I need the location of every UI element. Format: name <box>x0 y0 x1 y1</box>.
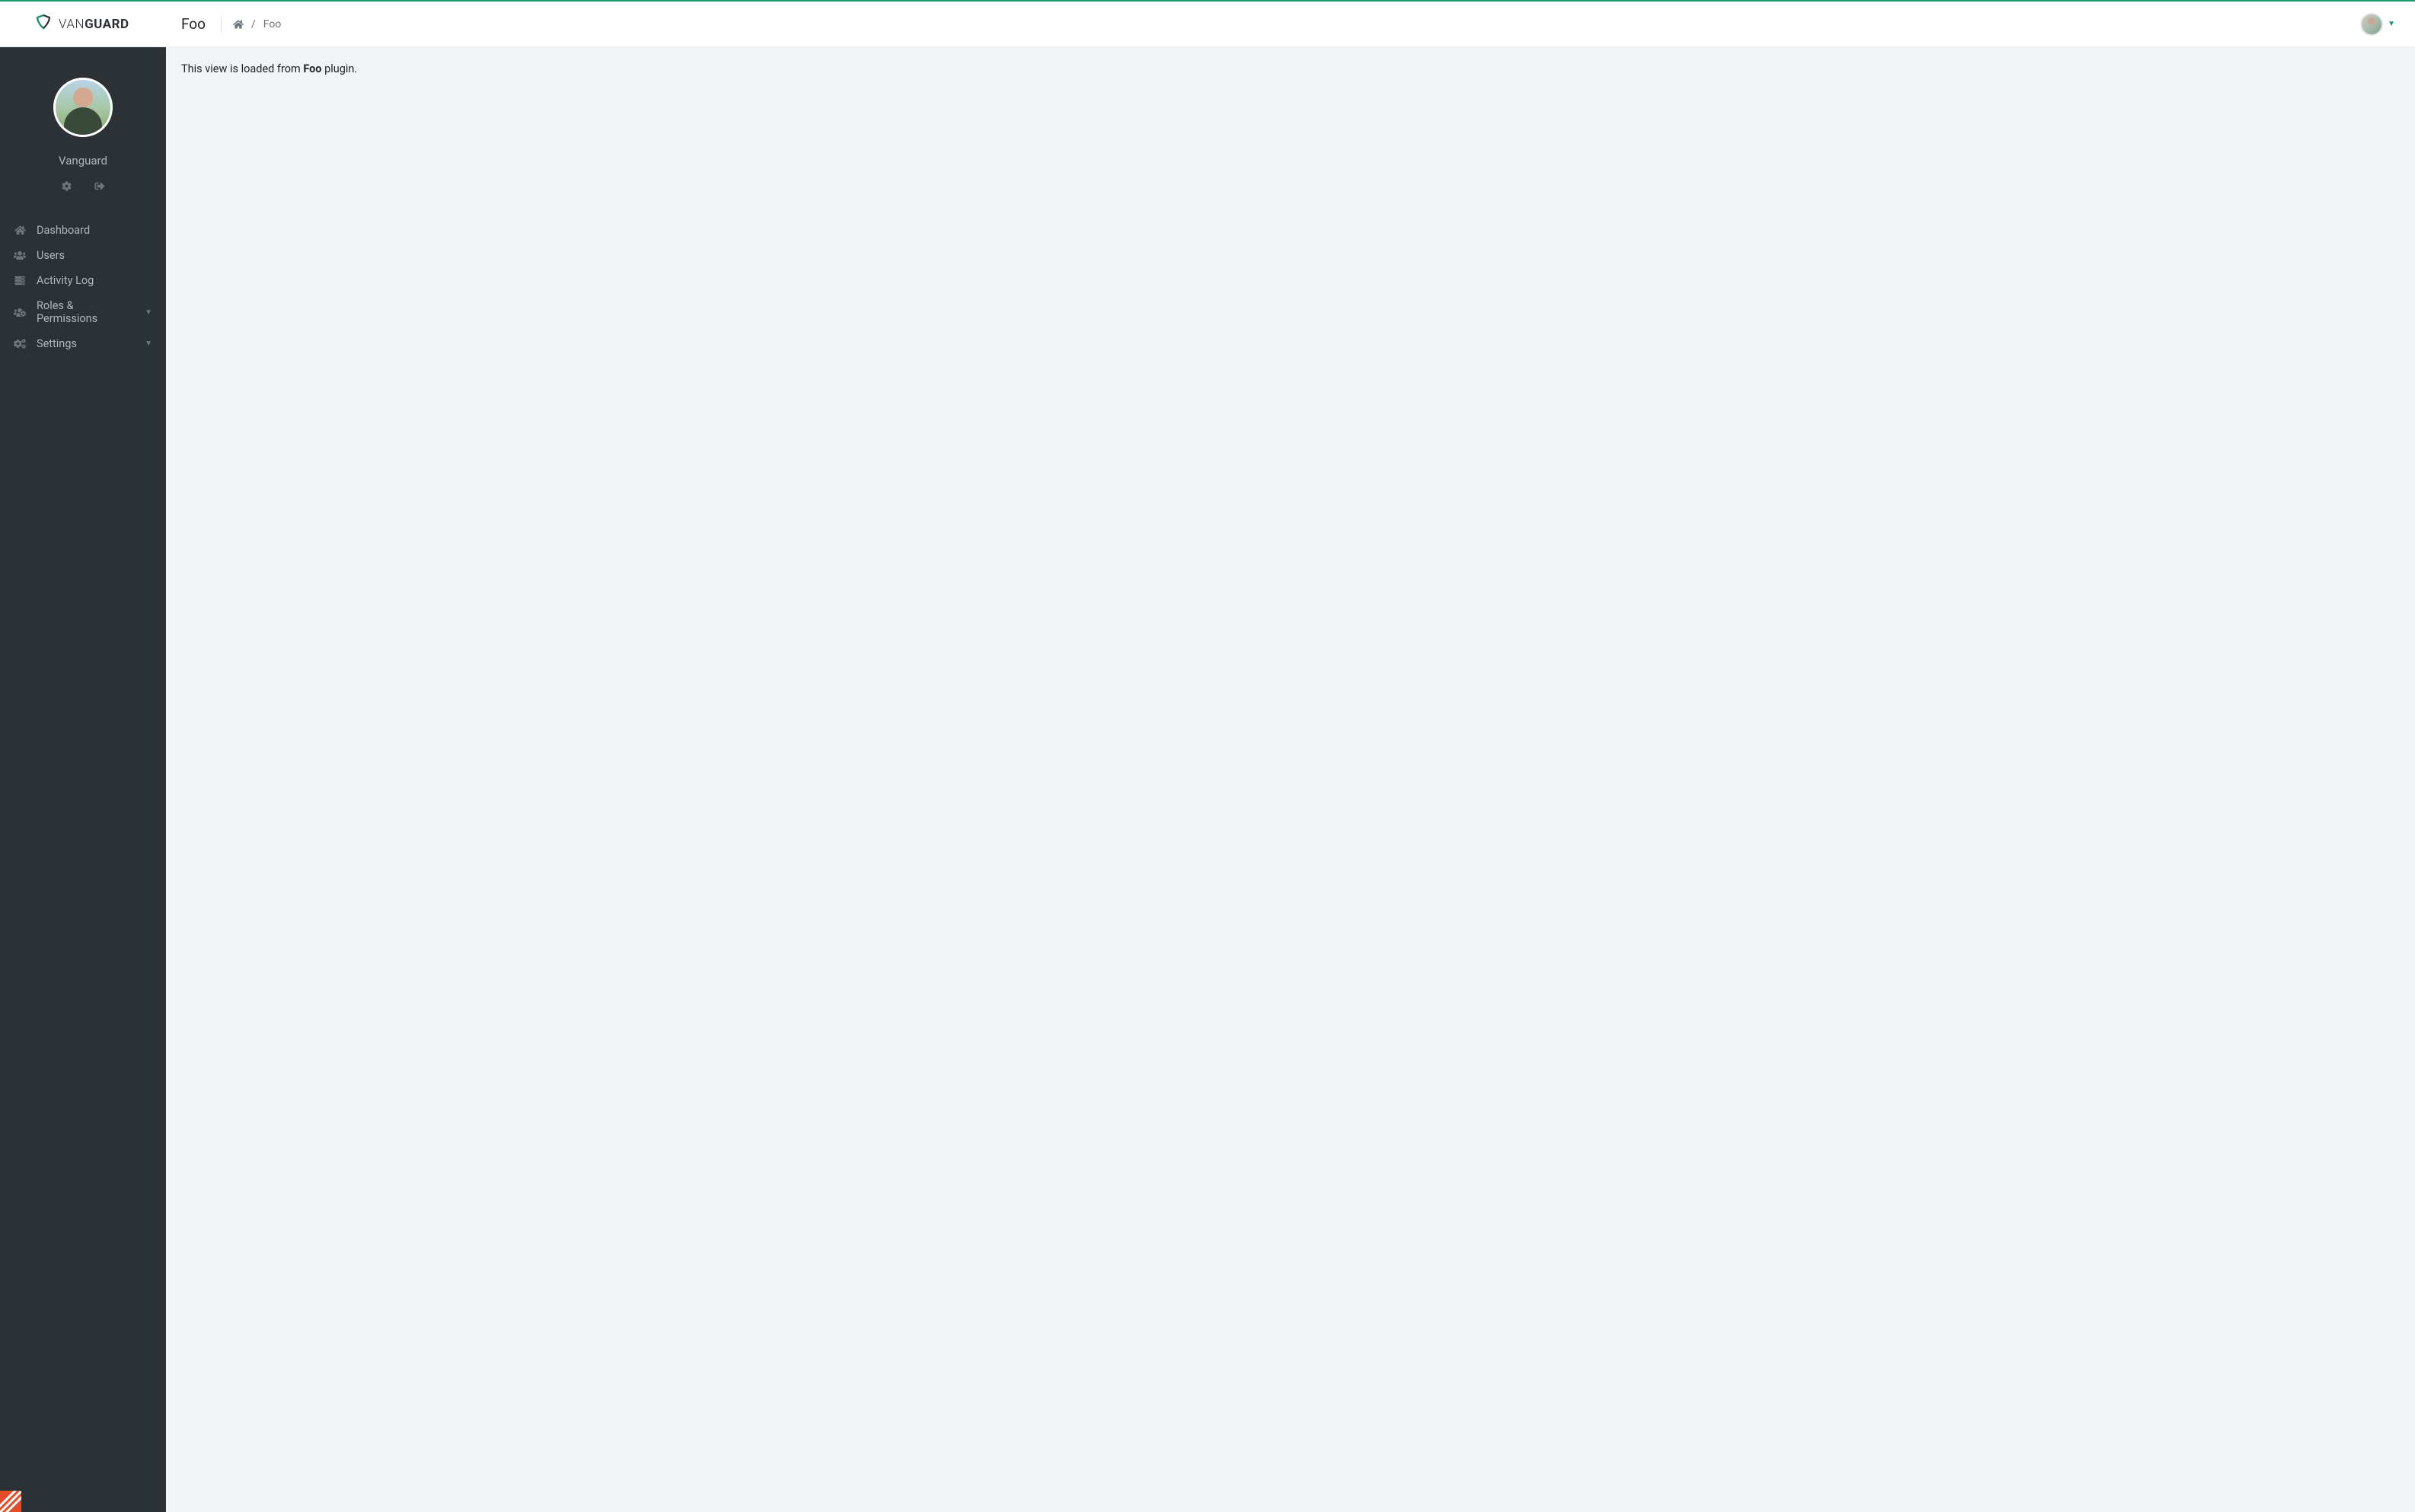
logout-icon <box>94 181 105 191</box>
users-cog-icon <box>14 308 26 317</box>
sidebar-profile: Vanguard <box>0 78 166 218</box>
sidebar-item-users[interactable]: Users <box>0 243 166 268</box>
page-title: Foo <box>166 15 221 33</box>
home-icon <box>233 19 244 30</box>
sidebar-item-label: Users <box>37 249 152 262</box>
cogs-icon <box>14 339 26 349</box>
server-icon <box>14 276 26 285</box>
sidebar-item-label: Dashboard <box>37 224 152 237</box>
caret-down-icon: ▼ <box>145 308 152 317</box>
sidebar-item-label: Activity Log <box>37 274 152 287</box>
sidebar-avatar[interactable] <box>53 78 113 137</box>
breadcrumb: / Foo <box>222 18 292 30</box>
sidebar-item-roles-permissions[interactable]: Roles & Permissions ▼ <box>0 293 166 331</box>
sidebar: Vanguard Dashboard <box>0 47 166 1512</box>
plugin-message: This view is loaded from Foo plugin. <box>181 62 2400 75</box>
caret-down-icon: ▼ <box>145 340 152 348</box>
users-icon <box>14 250 26 260</box>
sidebar-item-dashboard[interactable]: Dashboard <box>0 218 166 243</box>
sidebar-username: Vanguard <box>59 154 107 167</box>
corner-badge[interactable] <box>0 1491 21 1512</box>
sidebar-item-settings[interactable]: Settings ▼ <box>0 331 166 356</box>
caret-down-icon: ▼ <box>2388 20 2395 28</box>
breadcrumb-current: Foo <box>263 18 282 30</box>
home-icon <box>14 225 26 235</box>
user-menu[interactable]: ▼ <box>2360 13 2400 36</box>
avatar <box>2360 13 2383 36</box>
sidebar-item-activity-log[interactable]: Activity Log <box>0 268 166 293</box>
sidebar-nav: Dashboard Users Activity Log Roles & Per… <box>0 218 166 356</box>
sidebar-item-label: Roles & Permissions <box>37 299 134 325</box>
gear-icon <box>62 181 72 191</box>
header: VANGUARD Foo / Foo ▼ <box>0 2 2415 47</box>
sidebar-item-label: Settings <box>37 337 134 350</box>
brand-text: VANGUARD <box>59 17 129 32</box>
profile-settings-link[interactable] <box>62 181 72 191</box>
main-content: This view is loaded from Foo plugin. <box>166 47 2415 1512</box>
breadcrumb-separator: / <box>251 18 256 30</box>
logout-link[interactable] <box>94 181 105 191</box>
shield-logo-icon <box>34 14 53 35</box>
breadcrumb-home-link[interactable] <box>233 19 244 30</box>
brand-logo[interactable]: VANGUARD <box>0 14 166 35</box>
